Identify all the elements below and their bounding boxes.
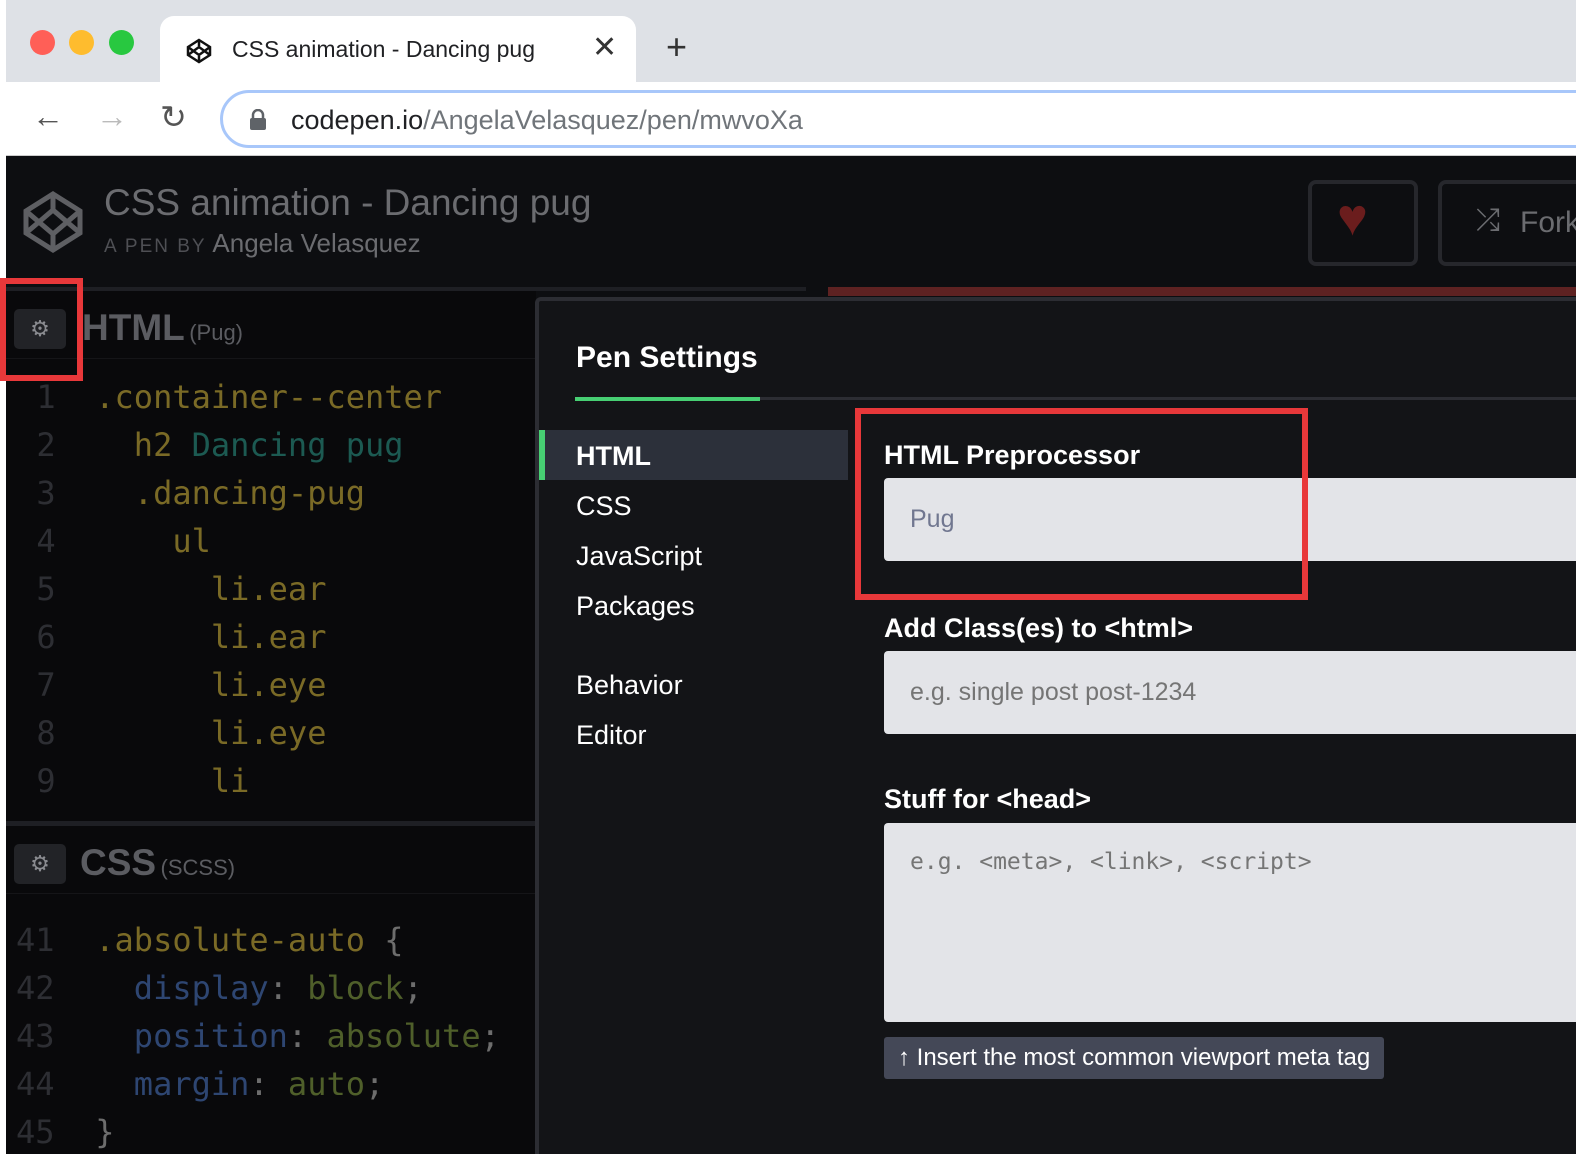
fork-icon: ⤮ [1476,204,1500,237]
minimize-window-button[interactable] [69,30,94,55]
code-token: .absolute-auto [95,921,385,959]
line-number: 3 [36,474,56,512]
code-line: 44 margin: auto; [16,1060,500,1108]
code-token: li.ear [210,570,327,608]
new-tab-icon[interactable]: + [666,26,687,68]
line-number: 41 [16,921,55,959]
html-editor-pane[interactable]: ⚙ HTML (Pug) 1 .container--center 2 h2 Da… [6,291,536,821]
code-token: display [133,969,269,1007]
highlight-box-gear [0,278,83,381]
forward-icon[interactable]: → [96,98,128,135]
code-token: { [384,921,404,959]
pane-title: CSS [80,842,157,883]
code-token: li [210,762,250,800]
code-line: 6 li.ear [16,613,442,661]
line-number: 45 [16,1113,55,1151]
browser-tab[interactable]: CSS animation - Dancing pug ✕ [160,16,636,82]
head-label: Stuff for <head> [884,784,1092,814]
code-token: : [287,1017,327,1055]
close-window-button[interactable] [30,30,55,55]
code-token: .dancing-pug [133,474,365,512]
code-token: block [307,969,404,1007]
line-number: 43 [16,1017,55,1055]
pane-title: HTML [82,307,185,348]
code-line: 43 position: absolute; [16,1012,500,1060]
code-token: ; [403,969,423,1007]
code-token: absolute [326,1017,481,1055]
code-line: 8 li.eye [16,709,442,757]
zoom-window-button[interactable] [109,30,134,55]
line-number: 42 [16,969,55,1007]
css-settings-gear-icon[interactable]: ⚙ [14,844,66,884]
sidebar-item-behavior[interactable]: Behavior [576,670,683,701]
sidebar-item-packages[interactable]: Packages [576,591,695,622]
code-token: ul [172,522,211,560]
line-number: 6 [36,618,56,656]
preview-bar [828,287,1576,296]
codepen-favicon-icon [186,38,212,64]
code-token: } [95,1113,115,1151]
line-number: 8 [36,714,56,752]
code-token: ; [364,1065,385,1103]
code-line: 42 display: block; [16,964,500,1012]
line-number: 7 [36,666,56,704]
code-token: li.eye [210,666,327,704]
url-text: codepen.io/AngelaVelasquez/pen/mwvoXa [291,105,803,135]
highlight-box-preprocessor [855,408,1308,600]
back-icon[interactable]: ← [32,98,64,135]
code-token: li.ear [210,618,327,656]
line-number: 5 [36,570,56,608]
code-line: 7 li.eye [16,661,442,709]
code-token: ; [480,1017,500,1055]
code-line: 41 .absolute-auto { [16,916,500,964]
code-token: : [249,1065,288,1103]
codepen-logo-icon [23,191,83,253]
pane-preprocessor: (SCSS) [160,855,236,880]
code-token: Dancing pug [191,426,404,464]
code-token: li.eye [210,714,327,752]
classes-input[interactable] [884,651,1576,734]
code-line: 2 h2 Dancing pug [16,421,442,469]
code-line: 9 li [16,757,442,805]
fork-button[interactable]: ⤮ Fork [1438,180,1576,266]
code-token: .container--center [95,378,443,416]
sidebar-item-editor[interactable]: Editor [576,720,647,751]
tab-title: CSS animation - Dancing pug [232,36,535,62]
modal-title: Pen Settings [576,341,758,374]
sidebar-item-css[interactable]: CSS [576,491,632,522]
line-number: 4 [36,522,56,560]
love-button[interactable]: ♥ [1308,180,1418,266]
line-number: 2 [36,426,56,464]
lock-icon [250,109,266,130]
sidebar-item-javascript[interactable]: JavaScript [576,541,702,572]
reload-icon[interactable]: ↻ [160,98,187,136]
css-editor-pane[interactable]: ⚙ CSS (SCSS) 41 .absolute-auto {42 displ… [6,826,536,1154]
line-number: 44 [16,1065,55,1103]
code-line: 3 .dancing-pug [16,469,442,517]
code-line: 5 li.ear [16,565,442,613]
code-line: 45 } [16,1108,500,1156]
pane-preprocessor: (Pug) [189,320,243,345]
heart-icon: ♥ [1337,189,1368,247]
html-code[interactable]: 1 .container--center 2 h2 Dancing pug 3 .d… [16,373,442,805]
code-token: auto [287,1065,365,1103]
address-bar[interactable]: codepen.io/AngelaVelasquez/pen/mwvoXa [220,90,1576,148]
insert-viewport-meta-button[interactable]: ↑ Insert the most common viewport meta t… [884,1037,1385,1079]
code-token: margin [133,1065,250,1103]
code-token: h2 [133,426,192,464]
code-token: position [133,1017,288,1055]
code-line: 4 ul [16,517,442,565]
line-number: 9 [36,762,56,800]
head-textarea[interactable] [884,823,1576,1022]
close-tab-icon[interactable]: ✕ [592,30,617,65]
pen-settings-modal: Pen Settings HTML CSS JavaScript Package… [535,297,1576,1154]
pen-title: CSS animation - Dancing pug [104,182,592,223]
sidebar-item-html[interactable]: HTML [576,441,651,472]
code-token: : [268,969,308,1007]
classes-label: Add Class(es) to <html> [884,613,1194,643]
address-row: ← → ↻ codepen.io/AngelaVelasquez/pen/mwv… [6,82,1576,156]
pen-author: A PEN BY Angela Velasquez [104,228,421,258]
css-code[interactable]: 41 .absolute-auto {42 display: block; 43 … [16,916,500,1156]
